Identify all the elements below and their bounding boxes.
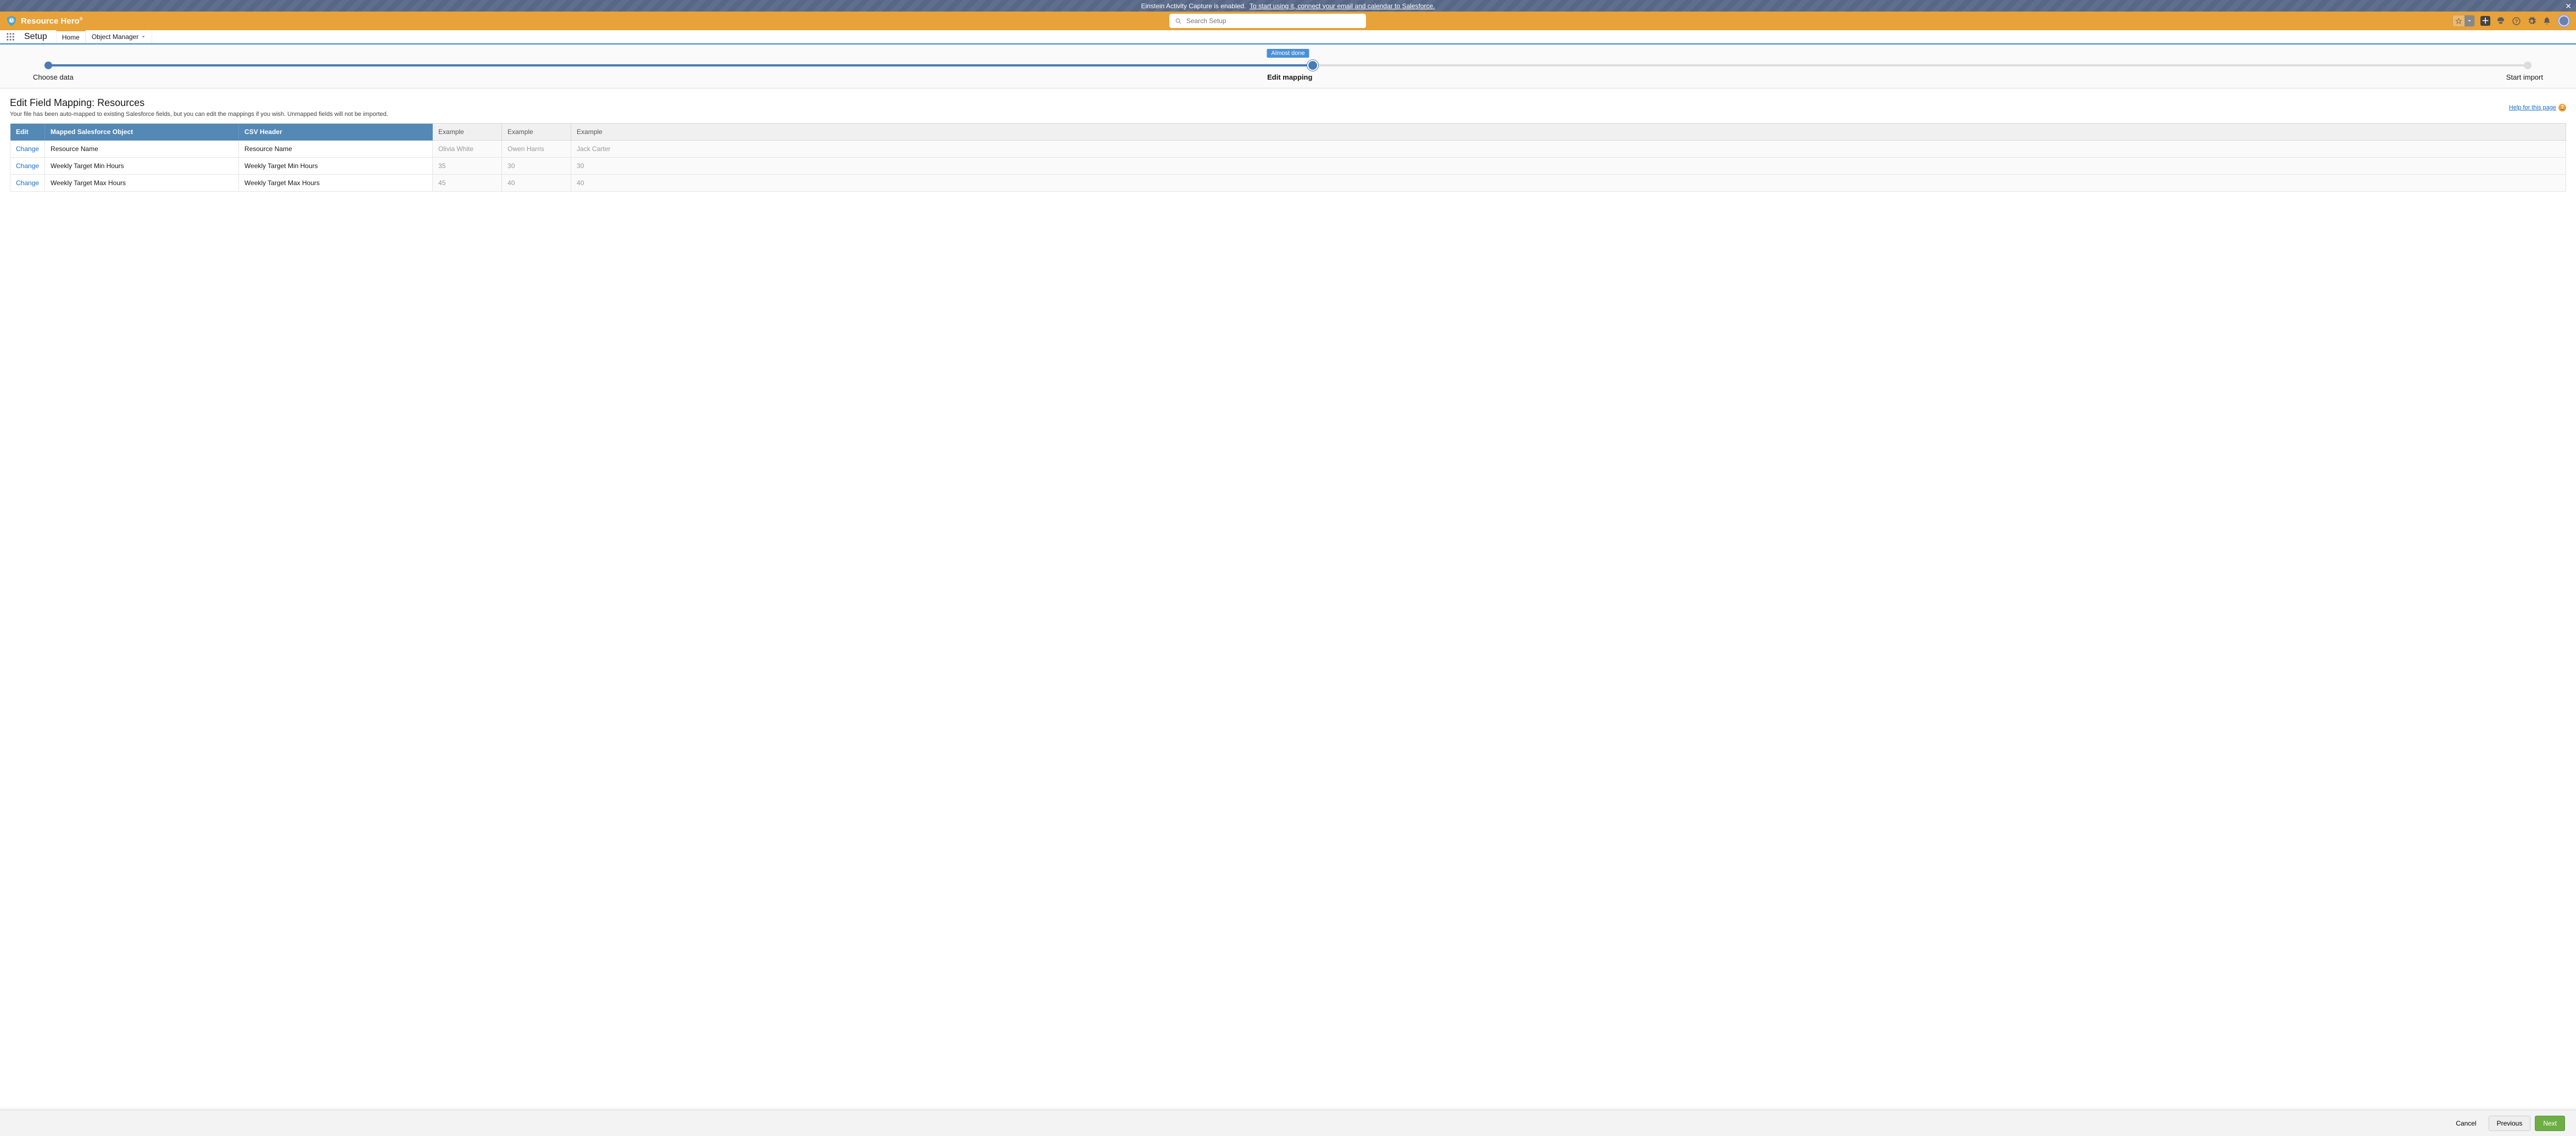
cell-example: Olivia White (433, 141, 502, 158)
th-example-1: Example (433, 124, 502, 141)
help-icon[interactable]: ? (2511, 16, 2521, 26)
notification-link[interactable]: To start using it, connect your email an… (1250, 2, 1435, 10)
cancel-button[interactable]: Cancel (2448, 1116, 2484, 1131)
page-subtitle: Your file has been auto-mapped to existi… (10, 111, 2509, 118)
notification-text: Einstein Activity Capture is enabled. (1141, 2, 1246, 10)
global-add-button[interactable]: ＋ (2480, 16, 2490, 26)
cell-mapped: Weekly Target Max Hours (45, 175, 239, 192)
brand-name: Resource Hero® (21, 16, 83, 26)
step-dot-1 (44, 62, 52, 69)
global-search[interactable] (1169, 14, 1366, 28)
cell-example: Owen Harris (502, 141, 571, 158)
cell-csv: Weekly Target Min Hours (239, 158, 433, 175)
previous-button[interactable]: Previous (2489, 1116, 2531, 1131)
tab-home[interactable]: Home (56, 30, 86, 43)
tab-object-manager[interactable]: Object Manager (86, 30, 152, 43)
cell-mapped: Weekly Target Min Hours (45, 158, 239, 175)
th-edit: Edit (10, 124, 45, 141)
mapping-table: Edit Mapped Salesforce Object CSV Header… (10, 123, 2566, 192)
cell-example: 40 (571, 175, 2566, 192)
star-icon[interactable] (2453, 18, 2465, 25)
bell-icon[interactable] (2542, 16, 2552, 26)
tab-object-manager-label: Object Manager (92, 33, 138, 41)
svg-text:?: ? (2514, 19, 2518, 24)
brand[interactable]: Resource Hero® (5, 15, 83, 27)
cell-example: 35 (433, 158, 502, 175)
gear-icon[interactable] (2527, 16, 2536, 26)
step-label-3: Start import (2506, 73, 2543, 81)
close-icon[interactable]: ✕ (2565, 2, 2572, 11)
cell-csv: Resource Name (239, 141, 433, 158)
brand-shield-icon (5, 15, 18, 27)
wizard-progress: Almost done Choose data Edit mapping Sta… (0, 44, 2576, 88)
search-input[interactable] (1186, 17, 1361, 25)
chevron-down-icon (141, 34, 146, 40)
table-row: ChangeResource NameResource NameOlivia W… (10, 141, 2566, 158)
favorites-toggle[interactable] (2452, 15, 2475, 27)
search-icon (1175, 18, 1182, 25)
change-link[interactable]: Change (16, 179, 39, 187)
cell-csv: Weekly Target Max Hours (239, 175, 433, 192)
context-nav: Setup Home Object Manager (0, 30, 2576, 43)
cell-example: Jack Carter (571, 141, 2566, 158)
notification-bar: Einstein Activity Capture is enabled. To… (0, 0, 2576, 12)
help-link-label: Help for this page (2509, 104, 2556, 111)
table-row: Change Weekly Target Max HoursWeekly Targ… (10, 175, 2566, 192)
step-dot-2 (1308, 61, 1317, 70)
th-example-3: Example (571, 124, 2566, 141)
th-csv: CSV Header (239, 124, 433, 141)
th-example-2: Example (502, 124, 571, 141)
progress-track (48, 60, 2528, 71)
step-dot-3 (2524, 62, 2532, 69)
nav-title: Setup (24, 32, 47, 42)
wizard-badge: Almost done (1267, 49, 1309, 58)
cell-example: 30 (571, 158, 2566, 175)
step-label-2: Edit mapping (1267, 73, 1312, 81)
cell-mapped: Resource Name (45, 141, 239, 158)
help-link[interactable]: Help for this page ? (2509, 97, 2566, 118)
app-launcher-icon[interactable] (5, 32, 15, 42)
next-button[interactable]: Next (2535, 1116, 2565, 1131)
change-link[interactable]: Change (16, 162, 39, 170)
chevron-down-icon[interactable] (2465, 15, 2474, 26)
page-title: Edit Field Mapping: Resources (10, 97, 2509, 109)
cell-example: 45 (433, 175, 502, 192)
table-row: Change Weekly Target Min HoursWeekly Targ… (10, 158, 2566, 175)
wizard-footer: Cancel Previous Next (0, 1110, 2576, 1136)
step-label-1: Choose data (33, 73, 74, 81)
avatar[interactable] (2557, 14, 2571, 27)
cell-example: 40 (502, 175, 571, 192)
change-link[interactable]: Change (16, 145, 39, 153)
cell-example: 30 (502, 158, 571, 175)
help-badge-icon: ? (2558, 104, 2566, 112)
th-mapped: Mapped Salesforce Object (45, 124, 239, 141)
learning-icon[interactable] (2496, 16, 2506, 26)
global-header: Resource Hero® ＋ ? (0, 12, 2576, 30)
